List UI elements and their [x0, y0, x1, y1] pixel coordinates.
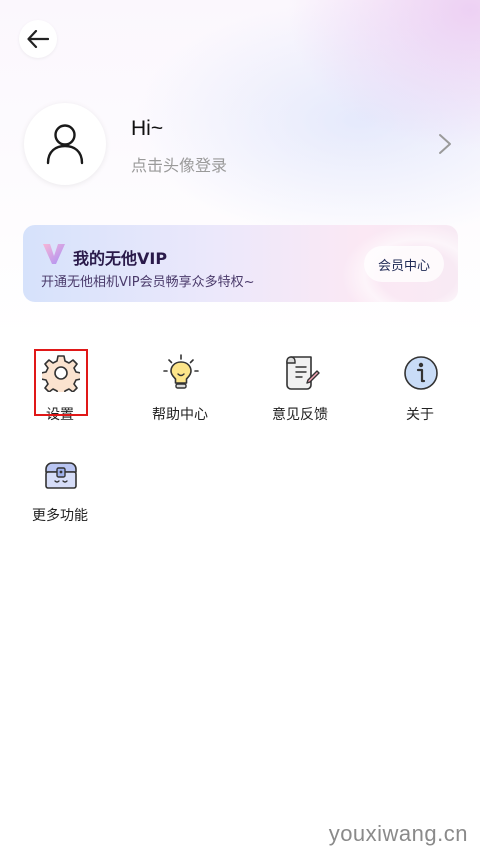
treasure-chest-icon: [45, 462, 77, 489]
menu-label: 设置: [46, 407, 74, 423]
vip-title: 我的无他VIP: [73, 249, 168, 268]
menu-item-about[interactable]: 关于: [372, 354, 468, 434]
member-center-button[interactable]: 会员中心: [364, 246, 444, 282]
feedback-scroll-icon: [286, 356, 320, 390]
user-icon: [46, 124, 84, 165]
menu-item-help-center[interactable]: 帮助中心: [132, 354, 228, 434]
chevron-right-icon[interactable]: [438, 133, 452, 155]
menu-label: 更多功能: [32, 508, 88, 524]
menu-label: 关于: [406, 407, 434, 423]
menu-item-feedback[interactable]: 意见反馈: [252, 354, 348, 434]
greeting-text: Hi~: [131, 117, 164, 140]
profile-row[interactable]: Hi~ 点击头像登录: [24, 103, 458, 185]
menu-label: 意见反馈: [272, 407, 328, 423]
login-hint[interactable]: 点击头像登录: [131, 152, 227, 176]
lightbulb-icon: [163, 354, 199, 389]
gear-icon: [42, 355, 80, 392]
watermark-text: youxiwang.cn: [328, 821, 468, 846]
menu-item-settings[interactable]: 设置: [12, 354, 108, 434]
menu-item-more-features[interactable]: 更多功能: [12, 455, 108, 535]
v-logo-icon: [43, 244, 65, 264]
menu-label: 帮助中心: [152, 407, 208, 423]
back-button[interactable]: [19, 20, 57, 58]
info-icon: [404, 356, 438, 390]
vip-description: 开通无他相机VIP会员畅享众多特权~: [41, 275, 255, 290]
vip-card[interactable]: 我的无他VIP 开通无他相机VIP会员畅享众多特权~ 会员中心: [23, 225, 458, 302]
arrow-left-icon: [27, 30, 49, 48]
avatar[interactable]: [24, 103, 106, 185]
